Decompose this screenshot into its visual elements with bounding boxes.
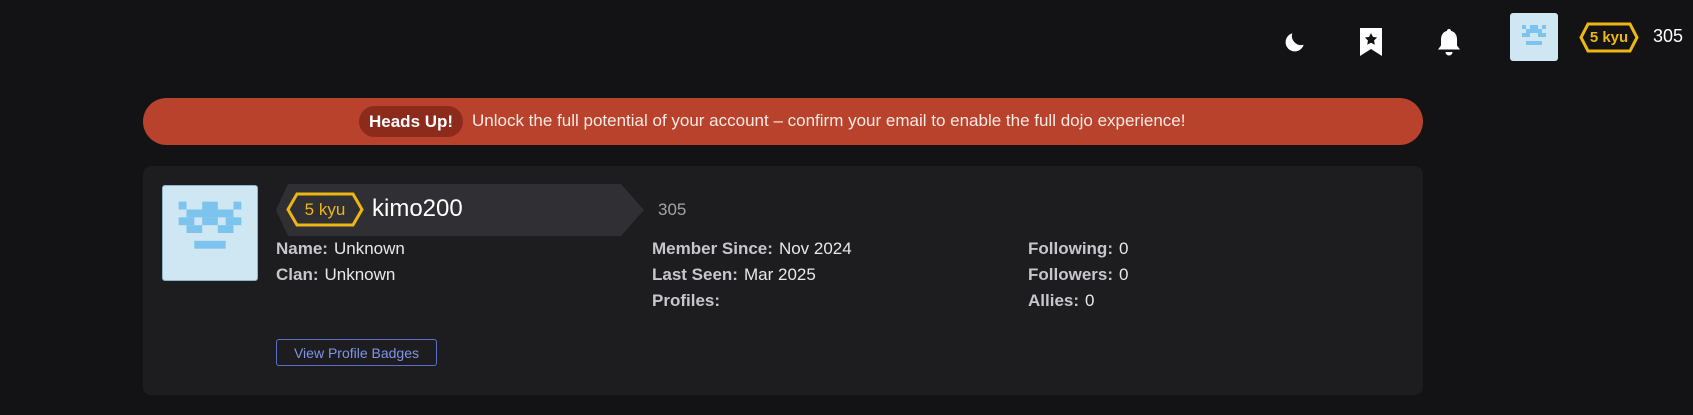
info-clan: Clan: Unknown (276, 262, 395, 288)
following-value: 0 (1118, 239, 1129, 258)
bell-icon[interactable] (1429, 22, 1469, 62)
profile-avatar (162, 185, 258, 281)
clan-label: Clan: (276, 265, 319, 284)
info-followers[interactable]: Followers: 0 (1028, 262, 1128, 288)
top-navbar: 5 kyu 305 (0, 0, 1693, 80)
info-name: Name: Unknown (276, 236, 405, 262)
info-following[interactable]: Following: 0 (1028, 236, 1128, 262)
user-avatar-menu[interactable] (1510, 13, 1558, 61)
last-seen-value: Mar 2025 (743, 265, 816, 284)
rank-badge[interactable]: 5 kyu (1579, 22, 1639, 53)
followers-value: 0 (1119, 265, 1129, 284)
allies-label: Allies: (1028, 291, 1080, 310)
info-last-seen: Last Seen: Mar 2025 (652, 262, 816, 288)
alert-badge: Heads Up! (359, 106, 464, 137)
moon-icon[interactable] (1275, 22, 1315, 62)
allies-value: 0 (1085, 291, 1095, 310)
rank-label: 5 kyu (1589, 29, 1629, 46)
name-label: Name: (276, 239, 328, 258)
last-seen-label: Last Seen: (652, 265, 738, 284)
followers-label: Followers: (1028, 265, 1114, 284)
member-since-label: Member Since: (652, 239, 773, 258)
email-confirm-alert: Heads Up! Unlock the full potential of y… (143, 98, 1423, 145)
info-profiles: Profiles: (652, 288, 726, 314)
info-member-since: Member Since: Nov 2024 (652, 236, 852, 262)
identicon-icon (178, 201, 242, 249)
following-label: Following: (1028, 239, 1113, 258)
info-allies[interactable]: Allies: 0 (1028, 288, 1095, 314)
profile-rank-label: 5 kyu (304, 199, 346, 219)
username: kimo200 (372, 195, 463, 222)
honor-score: 305 (1653, 26, 1684, 46)
profiles-label: Profiles: (652, 291, 721, 310)
profile-honor: 305 (658, 200, 687, 219)
alert-message: Unlock the full potential of your accoun… (472, 111, 1186, 130)
view-profile-badges-button[interactable]: View Profile Badges (276, 339, 437, 366)
profile-rank-badge[interactable]: 5 kyu (285, 192, 365, 227)
clan-value: Unknown (324, 265, 396, 284)
name-value: Unknown (333, 239, 405, 258)
identicon-icon (1522, 25, 1546, 45)
bookmark-star-icon[interactable] (1351, 22, 1391, 62)
member-since-value: Nov 2024 (778, 239, 852, 258)
